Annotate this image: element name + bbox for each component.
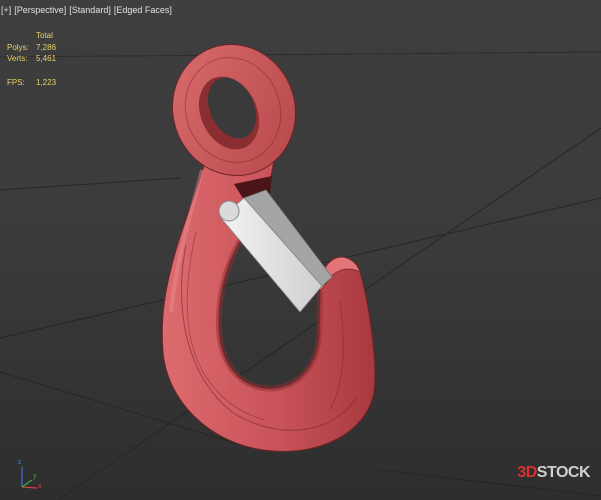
stats-fps-value: 1,223 (36, 77, 57, 87)
watermark-stock-text: STOCK (536, 464, 591, 481)
viewport-menu-general[interactable]: [+] (1, 5, 11, 15)
viewport-menu-shading[interactable]: [Standard] (69, 5, 111, 15)
perspective-viewport[interactable]: [+] [Perspective] [Standard] [Edged Faces] … (0, 0, 601, 500)
stats-total-header: Total (36, 31, 53, 40)
watermark-3d-text: 3D (517, 464, 537, 481)
viewport-menu-display-mode[interactable]: [Edged Faces] (114, 5, 172, 15)
stats-polys-label: Polys: (7, 42, 29, 52)
viewport-label: [+] [Perspective] [Standard] [Edged Faces] (1, 4, 175, 16)
stats-verts-row: Verts: 5,461 (7, 53, 56, 65)
latch-pivot (218, 200, 240, 222)
stats-polys-value: 7,286 (36, 42, 57, 52)
z-axis-label: z (18, 459, 22, 466)
stats-fps-row: FPS: 1,223 (7, 77, 56, 89)
stats-fps-label: FPS: (7, 77, 25, 87)
y-axis-label: y (33, 473, 37, 480)
stats-polys-row: Polys: 7,286 (7, 42, 56, 54)
statistics-panel: Total Polys: 7,286 Verts: 5,461 FPS: 1,2… (7, 30, 56, 88)
viewport-menu-point-of-view[interactable]: [Perspective] (14, 5, 66, 15)
hook-model[interactable] (0, 0, 601, 500)
x-axis-label: x (38, 483, 42, 490)
stats-verts-value: 5,461 (36, 54, 57, 63)
x-axis-line (21, 486, 38, 489)
axis-gizmo: z y x (10, 458, 50, 496)
stats-verts-label: Verts: (7, 54, 28, 63)
watermark-logo: 3DSTOCK (517, 464, 590, 482)
y-axis-line (21, 479, 33, 488)
hook-eye-ring (172, 43, 296, 177)
